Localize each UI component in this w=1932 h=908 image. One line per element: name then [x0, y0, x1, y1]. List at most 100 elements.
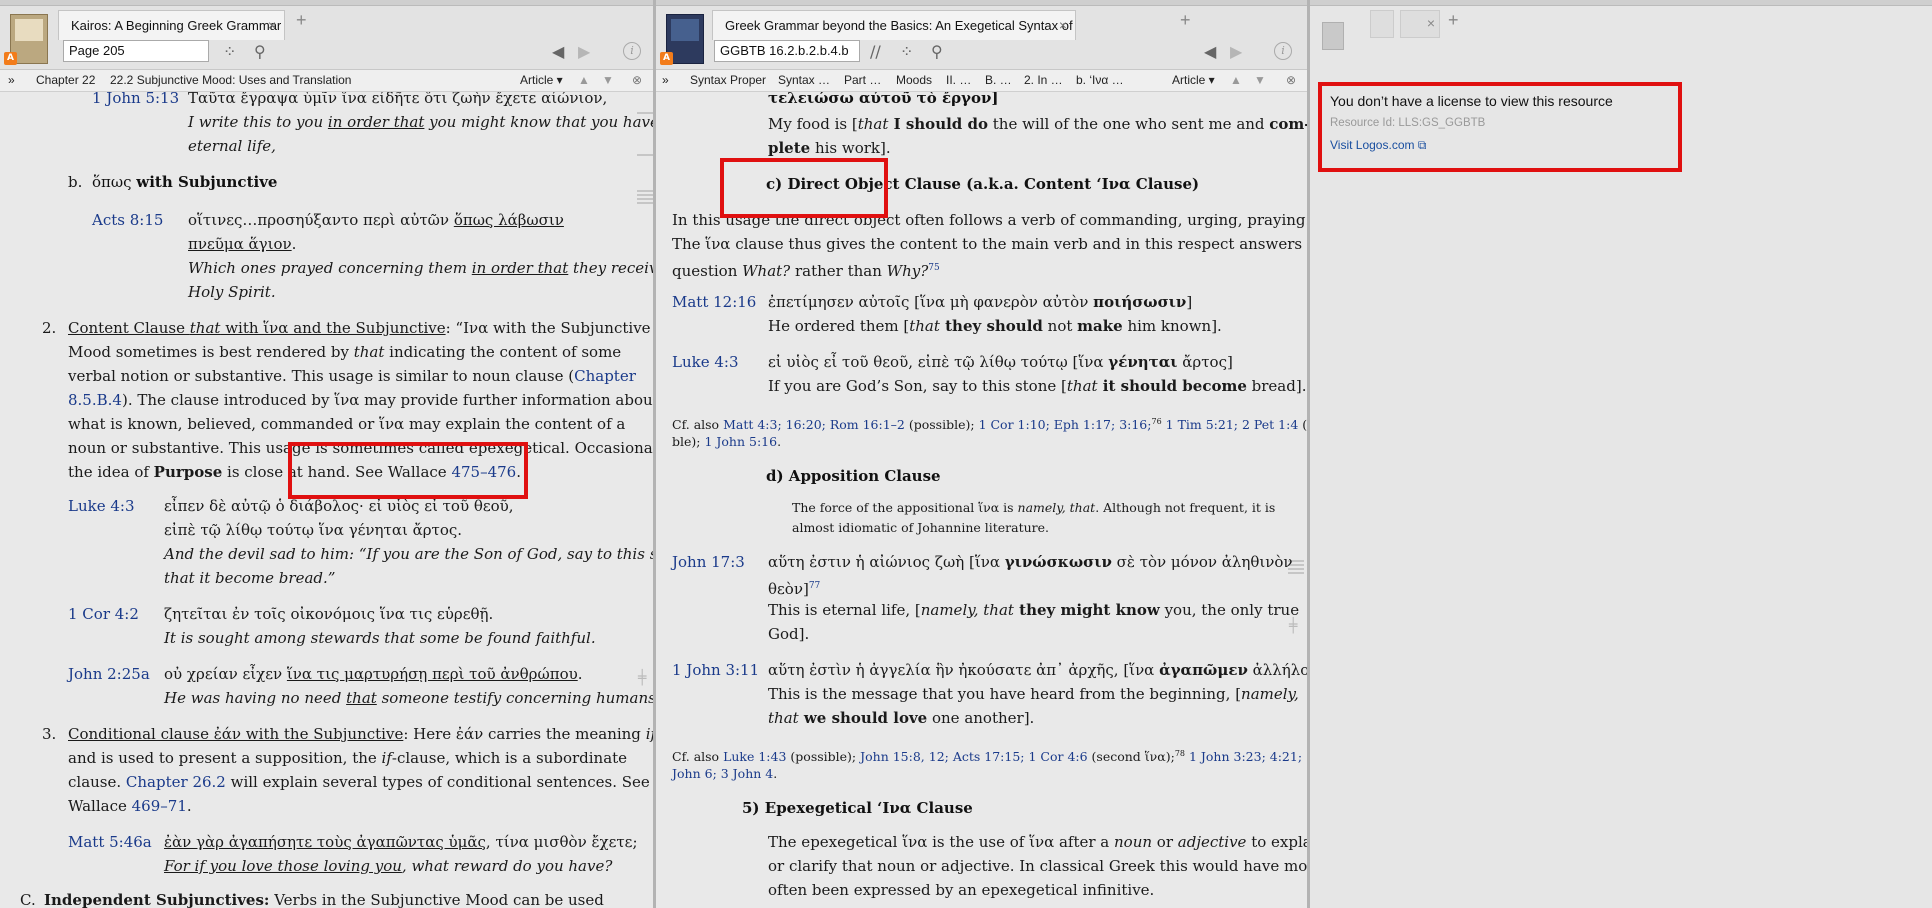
chapter-link[interactable]: Chapter 26.2 — [126, 773, 226, 791]
close-icon[interactable]: × — [1427, 15, 1435, 31]
translation-text: Holy Spirit. — [188, 283, 276, 301]
translation-text: If you are God’s Son, say to this stone … — [768, 377, 1307, 395]
paragraph-line: clause. Chapter 26.2 will explain severa… — [68, 773, 650, 791]
paragraph-line: The epexegetical ἵνα is the use of ἵνα a… — [768, 833, 1307, 851]
parallel-resources-icon[interactable]: ⁘ — [900, 42, 913, 61]
list-number: 2. — [42, 319, 57, 337]
scroll-down-icon[interactable]: ▼ — [1254, 70, 1266, 91]
greek-text: οἵτινες…προσηύξαντο περὶ αὐτῶν ὅπως λάβω… — [188, 211, 564, 229]
verse-link[interactable]: John 2:25a — [68, 665, 150, 683]
verse-link[interactable]: Matt 5:46a — [68, 833, 152, 851]
paragraph-line: or clarify that noun or adjective. In cl… — [768, 857, 1307, 875]
breadcrumb-item[interactable]: 2. In … — [1024, 70, 1063, 91]
breadcrumb-item[interactable]: II. … — [946, 70, 971, 91]
wallace-link[interactable]: 475–476 — [451, 463, 516, 481]
link-panels-icon[interactable]: // — [870, 42, 881, 61]
tab-placeholder[interactable]: × — [1400, 10, 1440, 38]
close-panel-icon[interactable]: ⊗ — [1286, 70, 1296, 91]
paragraph-line: noun or substantive. This usage is somet… — [68, 439, 653, 457]
verse-link[interactable]: Luke 4:3 — [68, 497, 135, 515]
scroll-handle-icon[interactable]: ╪ — [638, 670, 646, 686]
paragraph-line: almost idiomatic of Johannine literature… — [792, 520, 1050, 535]
breadcrumb-item[interactable]: b. ‘Ινα … — [1076, 70, 1124, 91]
paragraph-line: the idea of Purpose is close at hand. Se… — [68, 463, 521, 481]
search-icon[interactable]: ⚲ — [931, 42, 943, 61]
subsection-heading: d) Apposition Clause — [766, 467, 941, 485]
add-tab-icon[interactable]: + — [296, 10, 307, 31]
verse-link[interactable]: Matt 12:16 — [672, 293, 756, 311]
breadcrumb-item[interactable]: B. … — [985, 70, 1012, 91]
paragraph-line: 8.5.B.4). The clause introduced by ἵνα m… — [68, 391, 653, 409]
info-icon[interactable]: i — [1274, 42, 1292, 60]
close-panel-icon[interactable]: ⊗ — [632, 70, 642, 91]
wallace-link[interactable]: 469–71 — [132, 797, 187, 815]
forward-arrow-icon[interactable]: ▶ — [578, 42, 590, 61]
reference-input[interactable]: Page 205 — [63, 40, 209, 62]
verse-link[interactable]: 1 John 3:11 — [672, 661, 759, 679]
footnote-link[interactable]: 77 — [809, 581, 820, 591]
greek-text: τελειώσω αὐτοῦ τὸ ἔργον] — [768, 92, 999, 107]
greek-text: Ταῦτα ἔγραψα ὑμῖν ἵνα εἰδῆτε ὅτι ζωὴν ἔχ… — [188, 92, 608, 107]
add-tab-icon[interactable]: + — [1448, 10, 1459, 31]
panel-menu-icon[interactable]: A — [660, 52, 673, 65]
subsection-heading: ὅπως with Subjunctive — [92, 173, 278, 191]
breadcrumb-section[interactable]: 22.2 Subjunctive Mood: Uses and Translat… — [110, 70, 351, 91]
breadcrumb-expand-icon[interactable]: » — [8, 70, 15, 91]
translation-text: God]. — [768, 625, 810, 643]
breadcrumb-item[interactable]: Syntax Proper — [690, 70, 766, 91]
verse-link[interactable]: Luke 4:3 — [672, 353, 739, 371]
empty-book-icon[interactable] — [1322, 22, 1344, 50]
tab-title: Greek Grammar beyond the Basics: An Exeg… — [725, 18, 1075, 33]
visit-logos-link[interactable]: Visit Logos.com ⧉ — [1330, 138, 1426, 153]
chapter-link[interactable]: Chapter — [574, 367, 636, 385]
tab-kairos[interactable]: Kairos: A Beginning Greek Grammar × — [58, 10, 285, 40]
search-icon[interactable]: ⚲ — [254, 42, 266, 61]
translation-text: He ordered them [that they should not ma… — [768, 317, 1222, 335]
greek-text: αὕτη ἐστὶν ἡ ἀγγελία ἣν ἠκούσατε ἀπ᾽ ἀρχ… — [768, 661, 1307, 679]
back-arrow-icon[interactable]: ◀ — [552, 42, 564, 61]
license-title: You don’t have a license to view this re… — [1330, 93, 1613, 109]
verse-link[interactable]: 1 John 5:13 — [92, 92, 179, 107]
paragraph-line: The ἵνα clause thus gives the content to… — [672, 235, 1307, 253]
breadcrumb-item[interactable]: Moods — [896, 70, 932, 91]
panel-header: A Greek Grammar beyond the Basics: An Ex… — [656, 0, 1307, 70]
greek-text: αὕτη ἐστιν ἡ αἰώνιος ζωὴ [ἵνα γινώσκωσιν… — [768, 553, 1293, 571]
verse-link[interactable]: Acts 8:15 — [92, 211, 163, 229]
footnote-link[interactable]: 75 — [928, 263, 939, 273]
tab-placeholder[interactable] — [1370, 10, 1394, 38]
close-icon[interactable]: × — [268, 11, 276, 40]
translation-text: that it become bread.” — [164, 569, 336, 587]
scroll-up-icon[interactable]: ▲ — [578, 70, 590, 91]
translation-text: This is the message that you have heard … — [768, 685, 1299, 703]
scroll-down-icon[interactable]: ▼ — [602, 70, 614, 91]
translation-text: This is eternal life, [namely, that they… — [768, 601, 1300, 619]
breadcrumb-item[interactable]: Syntax … — [778, 70, 830, 91]
reference-input[interactable]: GGBTB 16.2.b.2.b.4.b — [714, 40, 860, 62]
verse-link[interactable]: 1 Cor 4:2 — [68, 605, 139, 623]
parallel-resources-icon[interactable]: ⁘ — [223, 42, 236, 61]
forward-arrow-icon[interactable]: ▶ — [1230, 42, 1242, 61]
breadcrumb-expand-icon[interactable]: » — [662, 70, 669, 91]
subsection-heading: c) Direct Object Clause (a.k.a. Content … — [766, 175, 1200, 193]
greek-text: εἰ υἱὸς εἶ τοῦ θεοῦ, εἰπὲ τῷ λίθῳ τούτῳ … — [768, 353, 1233, 371]
breadcrumb-item[interactable]: Part … — [844, 70, 881, 91]
scroll-handle-icon[interactable]: ╪ — [1289, 618, 1297, 634]
article-dropdown[interactable]: Article ▾ — [520, 70, 563, 91]
greek-text: οὐ χρείαν εἶχεν ἵνα τις μαρτυρήσῃ περὶ τ… — [164, 665, 583, 683]
panel-header: × + — [1310, 0, 1932, 58]
chapter-link[interactable]: 8.5.B.4 — [68, 391, 122, 409]
scroll-up-icon[interactable]: ▲ — [1230, 70, 1242, 91]
breadcrumb-chapter[interactable]: Chapter 22 — [36, 70, 95, 91]
panel-kairos: A Kairos: A Beginning Greek Grammar × + … — [0, 0, 653, 908]
back-arrow-icon[interactable]: ◀ — [1204, 42, 1216, 61]
translation-text: Which ones prayed concerning them in ord… — [188, 259, 653, 277]
panel-menu-icon[interactable]: A — [4, 52, 17, 65]
article-dropdown[interactable]: Article ▾ — [1172, 70, 1215, 91]
close-icon[interactable]: × — [1059, 11, 1067, 40]
greek-text: θεὸν]77 — [768, 580, 821, 598]
verse-link[interactable]: John 17:3 — [672, 553, 745, 571]
info-icon[interactable]: i — [623, 42, 641, 60]
add-tab-icon[interactable]: + — [1180, 10, 1191, 31]
tab-ggbtb[interactable]: Greek Grammar beyond the Basics: An Exeg… — [712, 10, 1076, 40]
paragraph-line: Wallace 469–71. — [68, 797, 192, 815]
